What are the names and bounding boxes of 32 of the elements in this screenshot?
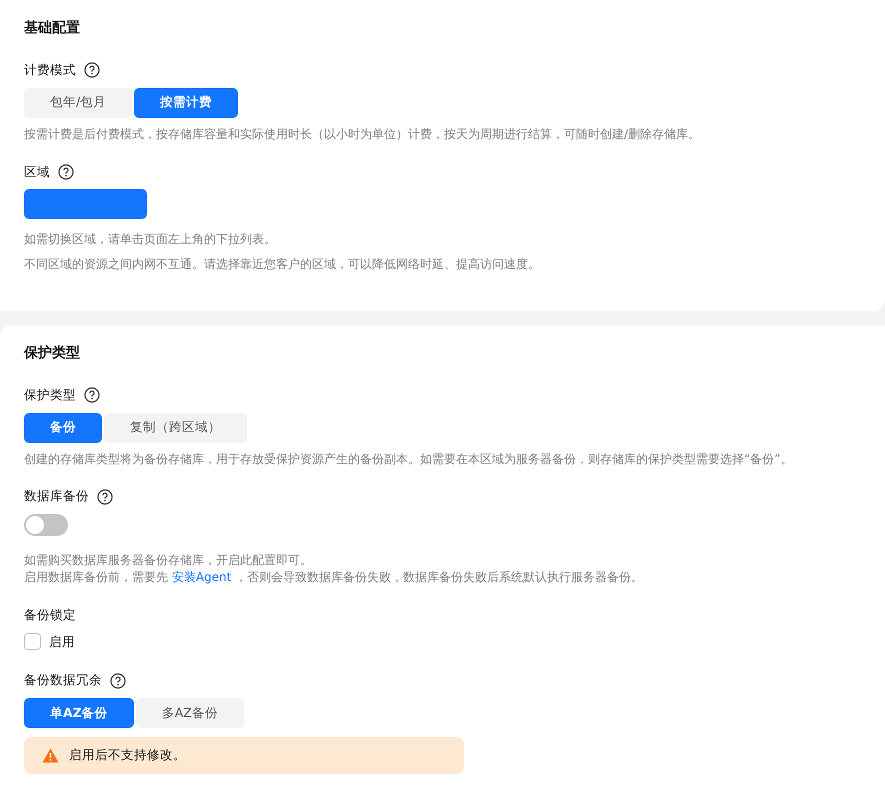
help-text: 如需购买数据库服务器备份存储库，开启此配置即可。 <box>24 552 313 569</box>
help-text: 创建的存储库类型将为备份存储库，用于存放受保护资源产生的备份副本。如需要在本区域为服务器备份，则存储库的保护类型需要选择“备份”。 <box>24 450 794 468</box>
segment-tab[interactable]: 多AZ备份 <box>136 698 244 728</box>
field-label: 区域 <box>24 162 50 181</box>
field-label: 备份数据冗余 <box>24 671 102 690</box>
segment-tab[interactable]: 备份 <box>24 412 102 443</box>
help-icon[interactable] <box>84 62 100 78</box>
help-text: 启用数据库备份前，需要先 安装Agent ，否则会导致数据库备份失败，数据库备份失败后系统默认执行服务器备份。 <box>24 568 644 586</box>
field-label: 计费模式 <box>24 61 76 79</box>
section-title: 保护类型 <box>24 344 81 363</box>
checkbox[interactable] <box>24 633 41 650</box>
help-text: 按需计费是后付费模式，按存储库容量和实际使用时长（以小时为单位）计费，按天为周期进行结算，可随时创建/删除存储库。 <box>24 126 702 143</box>
alert-text: 启用后不支持修改。 <box>69 746 186 764</box>
toggle-switch[interactable] <box>24 514 68 536</box>
warning-icon <box>42 748 59 763</box>
region-button[interactable] <box>24 189 147 220</box>
help-text: 不同区域的资源之间内网不互通。请选择靠近您客户的区域，可以降低网络时延、提高访问速度。 <box>24 256 541 273</box>
field-label: 保护类型 <box>24 386 76 404</box>
segment-tab[interactable]: 按需计费 <box>134 88 238 118</box>
install-link[interactable]: 安装Agent <box>172 570 232 584</box>
help-text: 如需切换区域，请单击页面左上角的下拉列表。 <box>24 231 277 248</box>
segment-tab[interactable]: 包年/包月 <box>24 88 132 118</box>
field-label: 备份锁定 <box>24 606 76 624</box>
section-title: 基础配置 <box>24 19 81 38</box>
checkbox-label: 启用 <box>49 632 75 651</box>
help-icon[interactable] <box>97 488 113 505</box>
segment-tab[interactable]: 复制（跨区域） <box>104 412 247 443</box>
help-icon[interactable] <box>58 164 74 180</box>
help-icon[interactable] <box>84 387 100 404</box>
field-label: 数据库备份 <box>24 487 89 506</box>
segment-tab[interactable]: 单AZ备份 <box>24 698 134 728</box>
help-icon[interactable] <box>110 672 126 689</box>
